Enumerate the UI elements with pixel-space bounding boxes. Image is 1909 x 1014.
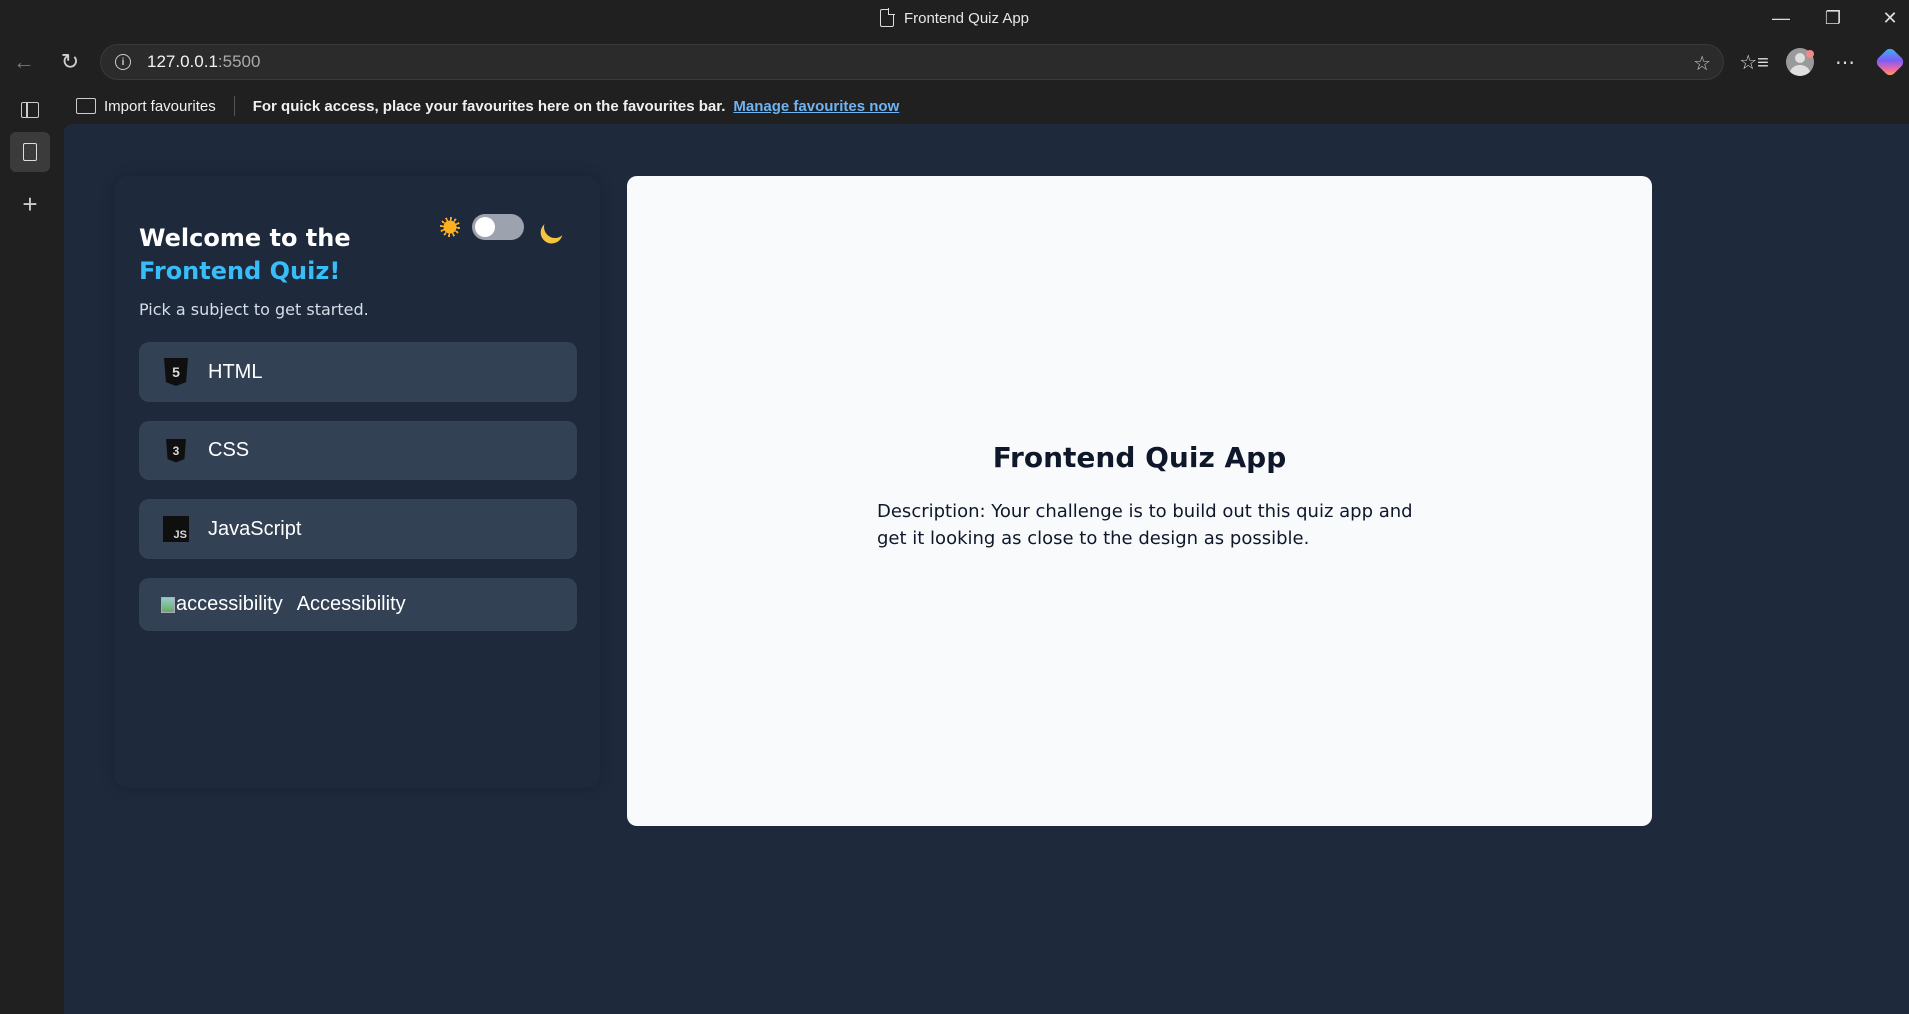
profile-button[interactable] [1782, 44, 1818, 80]
subject-javascript-button[interactable]: JS JavaScript [139, 499, 577, 559]
window-title-area: Frontend Quiz App [0, 0, 1909, 36]
notification-dot [1806, 50, 1814, 58]
refresh-button[interactable]: ↻ [52, 44, 88, 80]
import-favourites-label: Import favourites [104, 97, 216, 115]
restore-button[interactable]: ❐ [1805, 0, 1861, 36]
url-text[interactable]: 127.0.0.1:5500 [147, 52, 260, 72]
subtitle: Pick a subject to get started. [139, 300, 369, 319]
browser-toolbar: ← ↻ i 127.0.0.1:5500 ☆ ☆≡ ⋯ [0, 36, 1909, 88]
add-favourite-icon[interactable]: ☆ [1693, 51, 1711, 76]
subject-label: CSS [208, 439, 250, 461]
theme-switcher [440, 214, 566, 240]
back-button[interactable]: ← [6, 44, 42, 80]
window-titlebar: Frontend Quiz App — ❐ ✕ [0, 0, 1909, 36]
copilot-button[interactable] [1872, 44, 1908, 80]
quiz-name-heading: Frontend Quiz! [139, 257, 341, 285]
page-viewport: Welcome to the Frontend Quiz! Pick a sub… [64, 124, 1909, 1014]
css3-icon: 3 [162, 436, 190, 466]
js-icon: JS [162, 514, 190, 544]
site-info-icon[interactable]: i [115, 54, 131, 70]
sun-icon [440, 217, 460, 237]
plus-icon: + [22, 188, 38, 219]
import-favourites-button[interactable]: Import favourites [76, 98, 216, 115]
intro-card: Frontend Quiz App Description: Your chal… [627, 176, 1652, 826]
panel-icon [21, 102, 39, 118]
subject-panel: Welcome to the Frontend Quiz! Pick a sub… [114, 176, 600, 788]
html5-icon: 5 [162, 357, 190, 387]
divider [233, 96, 235, 116]
welcome-line: Welcome to the [139, 224, 351, 252]
broken-image-icon: accessibility [161, 593, 283, 616]
moon-icon [541, 213, 569, 241]
subject-accessibility-button[interactable]: accessibility Accessibility [139, 578, 577, 631]
page-icon [879, 8, 895, 27]
toggle-knob [475, 217, 495, 237]
subject-label: JavaScript [208, 517, 302, 540]
page-icon [23, 143, 37, 161]
subject-html-button[interactable]: 5 HTML [139, 342, 577, 402]
minimize-button[interactable]: — [1753, 0, 1809, 36]
subject-label: Accessibility [296, 593, 406, 615]
more-options-icon[interactable]: ⋯ [1827, 44, 1863, 80]
import-icon [76, 98, 96, 114]
theme-toggle[interactable] [472, 214, 524, 240]
app-description: Description: Your challenge is to build … [877, 501, 1413, 549]
tab-frontend-quiz[interactable] [10, 132, 50, 172]
new-tab-button[interactable]: + [10, 184, 50, 224]
close-window-button[interactable]: ✕ [1862, 0, 1909, 36]
address-bar[interactable]: i 127.0.0.1:5500 ☆ [100, 44, 1724, 80]
subject-label: HTML [208, 360, 263, 383]
copilot-icon [1874, 46, 1906, 78]
welcome-heading: Welcome to the Frontend Quiz! [139, 222, 351, 288]
subject-css-button[interactable]: 3 CSS [139, 421, 577, 480]
favourites-icon[interactable]: ☆≡ [1736, 44, 1772, 80]
tab-actions-button[interactable] [10, 90, 50, 130]
favourites-message: For quick access, place your favourites … [252, 97, 726, 115]
favourites-bar: Import favourites For quick access, plac… [64, 88, 1909, 124]
manage-favourites-link[interactable]: Manage favourites now [733, 98, 899, 115]
app-title: Frontend Quiz App [992, 441, 1287, 474]
vertical-tab-strip: + [0, 88, 64, 1014]
window-title: Frontend Quiz App [903, 9, 1030, 27]
